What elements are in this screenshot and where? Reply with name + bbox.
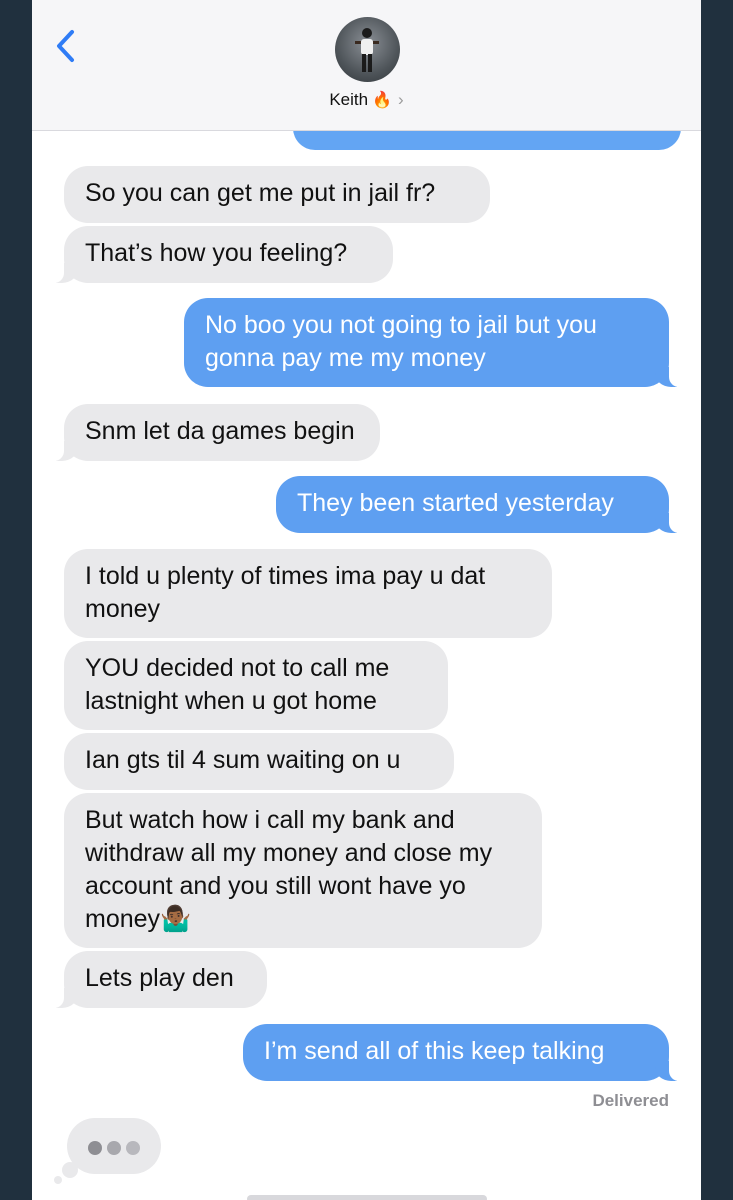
fire-emoji: 🔥 (372, 92, 392, 109)
chevron-right-icon: › (398, 90, 404, 109)
typing-indicator-tail (62, 1162, 78, 1178)
typing-dot-icon (88, 1141, 102, 1155)
typing-dot-icon (126, 1141, 140, 1155)
message-bubble-outgoing[interactable]: I’m send all of this keep talking (243, 1024, 689, 1081)
message-bubble-outgoing[interactable]: They been started yesterday (276, 476, 689, 533)
delivered-status: Delivered (592, 1091, 669, 1110)
avatar[interactable] (335, 17, 400, 82)
message-bubble-incoming[interactable]: Ian gts til 4 sum waiting on u (64, 733, 454, 790)
typing-indicator (67, 1118, 161, 1174)
typing-indicator-tail (54, 1176, 62, 1184)
message-bubble-outgoing[interactable]: No boo you not going to jail but you gon… (184, 298, 689, 387)
message-bubble-incoming[interactable]: So you can get me put in jail fr? (64, 166, 490, 223)
messages-screen: Keith 🔥 › So you can get me put in jail fr… (32, 0, 701, 1200)
message-bubble-incoming[interactable]: But watch how i call my bank and withdra… (64, 793, 542, 948)
person-icon (355, 28, 379, 72)
message-bubble-incoming[interactable]: I told u plenty of times ima pay u dat m… (64, 549, 552, 638)
chevron-left-icon[interactable] (50, 26, 80, 66)
contact-name-button[interactable]: Keith 🔥 › (32, 90, 701, 110)
input-bar-edge (247, 1195, 487, 1200)
message-bubble-incoming[interactable]: Lets play den (44, 951, 267, 1008)
message-bubble-incoming[interactable]: YOU decided not to call me lastnight whe… (64, 641, 448, 730)
message-bubble-incoming[interactable]: Snm let da games begin (44, 404, 380, 461)
contact-name: Keith (329, 90, 369, 109)
conversation-header: Keith 🔥 › (32, 0, 701, 131)
typing-dot-icon (107, 1141, 121, 1155)
message-bubble-incoming[interactable]: That’s how you feeling? (44, 226, 393, 283)
